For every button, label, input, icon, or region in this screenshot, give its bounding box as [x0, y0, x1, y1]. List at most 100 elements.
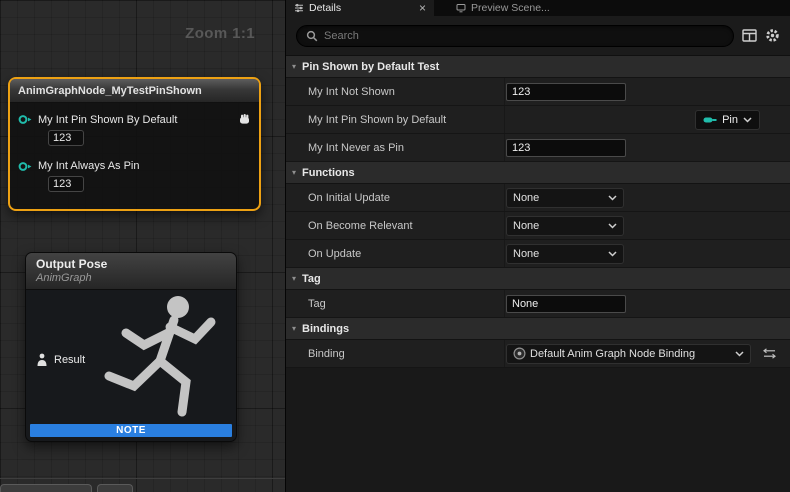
- int-pin-icon[interactable]: [18, 114, 33, 125]
- details-icon: [294, 3, 304, 13]
- on-initial-update-dropdown[interactable]: None: [506, 188, 624, 208]
- node-title: Output Pose: [36, 257, 226, 271]
- search-input[interactable]: [324, 30, 724, 42]
- node-title-bar[interactable]: AnimGraphNode_MyTestPinShown: [10, 79, 259, 103]
- node-title-bar[interactable]: Output Pose AnimGraph: [26, 253, 236, 290]
- tab-details[interactable]: Details ×: [286, 0, 434, 16]
- node-subtitle: AnimGraph: [36, 272, 226, 284]
- chevron-down-icon: [608, 223, 617, 229]
- property-label: My Int Pin Shown by Default: [286, 106, 505, 133]
- property-value: None: [505, 240, 790, 267]
- row-on-become-relevant: On Become Relevant None: [286, 212, 790, 240]
- row-my-int-pin-shown-by-default: My Int Pin Shown by Default Pin: [286, 106, 790, 134]
- row-my-int-never-as-pin: My Int Never as Pin: [286, 134, 790, 162]
- note-bar[interactable]: NOTE: [30, 424, 232, 437]
- property-value: Default Anim Graph Node Binding: [505, 340, 790, 367]
- property-label: On Become Relevant: [286, 212, 505, 239]
- bind-arrows-icon[interactable]: [763, 348, 776, 359]
- binding-icon: [513, 347, 526, 360]
- section-title: Functions: [302, 167, 355, 179]
- row-on-update: On Update None: [286, 240, 790, 268]
- section-functions[interactable]: ▾ Functions: [286, 162, 790, 184]
- search-field[interactable]: [296, 25, 734, 47]
- pin-always-as-pin-value-input[interactable]: [48, 176, 84, 192]
- property-list: ▾ Pin Shown by Default Test My Int Not S…: [286, 56, 790, 368]
- display-filter-icon[interactable]: [742, 29, 757, 42]
- property-value: [505, 134, 790, 161]
- details-empty-area: [286, 368, 790, 492]
- preview-scene-icon: [456, 3, 466, 13]
- pin-button-label: Pin: [722, 114, 738, 126]
- pin-row: My Int Pin Shown By Default: [10, 113, 259, 126]
- graph-divider-line: [0, 478, 285, 479]
- section-bindings[interactable]: ▾ Bindings: [286, 318, 790, 340]
- pin-row: My Int Always As Pin: [10, 160, 259, 172]
- property-value: [505, 290, 790, 317]
- zoom-level-label: Zoom 1:1: [185, 25, 255, 42]
- search-icon: [306, 30, 318, 42]
- pin-label: My Int Pin Shown By Default: [38, 114, 177, 126]
- property-value: Pin: [505, 106, 790, 133]
- property-label: My Int Never as Pin: [286, 134, 505, 161]
- animgraph-canvas[interactable]: Zoom 1:1 AnimGraphNode_MyTestPinShown My…: [0, 0, 285, 492]
- chevron-down-icon: [608, 195, 617, 201]
- pin-shown-by-default-value-input[interactable]: [48, 130, 84, 146]
- pin-dropdown-button[interactable]: Pin: [695, 110, 760, 130]
- binding-dropdown[interactable]: Default Anim Graph Node Binding: [506, 344, 751, 364]
- chevron-down-icon: [743, 117, 752, 123]
- dropdown-value: None: [513, 220, 604, 232]
- chevron-down-icon: ▾: [292, 168, 296, 177]
- property-label: Binding: [286, 340, 505, 367]
- dropdown-value: None: [513, 192, 604, 204]
- details-panel: Details × Preview Scene...: [285, 0, 790, 492]
- property-label: Tag: [286, 290, 505, 317]
- tab-label: Details: [309, 2, 341, 14]
- settings-gear-icon[interactable]: [765, 28, 780, 43]
- property-label: On Update: [286, 240, 505, 267]
- result-pin-label: Result: [54, 354, 85, 366]
- tab-label: Preview Scene...: [471, 2, 550, 14]
- tab-bar: Details × Preview Scene...: [286, 0, 790, 16]
- property-label: On Initial Update: [286, 184, 505, 211]
- section-pin-shown-by-default-test[interactable]: ▾ Pin Shown by Default Test: [286, 56, 790, 78]
- on-update-dropdown[interactable]: None: [506, 244, 624, 264]
- result-pin[interactable]: Result: [36, 353, 85, 367]
- mannequin-figure: [82, 289, 232, 437]
- row-my-int-not-shown: My Int Not Shown: [286, 78, 790, 106]
- section-title: Bindings: [302, 323, 349, 335]
- property-value: None: [505, 184, 790, 211]
- hand-icon: [238, 113, 251, 126]
- my-int-never-as-pin-input[interactable]: [506, 139, 626, 157]
- int-pin-icon[interactable]: [18, 161, 33, 172]
- on-become-relevant-dropdown[interactable]: None: [506, 216, 624, 236]
- node-title: AnimGraphNode_MyTestPinShown: [18, 85, 202, 97]
- property-value: [505, 78, 790, 105]
- pin-icon: [703, 116, 717, 124]
- row-tag: Tag: [286, 290, 790, 318]
- my-int-not-shown-input[interactable]: [506, 83, 626, 101]
- node-animgraphnode-mytestpinshown[interactable]: AnimGraphNode_MyTestPinShown My Int Pin …: [8, 77, 261, 211]
- chevron-down-icon: [735, 351, 744, 357]
- tab-preview-scene[interactable]: Preview Scene...: [448, 0, 558, 16]
- pin-label: My Int Always As Pin: [38, 160, 139, 172]
- section-tag[interactable]: ▾ Tag: [286, 268, 790, 290]
- node-output-pose[interactable]: Output Pose AnimGraph Result N: [25, 252, 237, 442]
- unreal-editor-window: Zoom 1:1 AnimGraphNode_MyTestPinShown My…: [0, 0, 790, 492]
- row-on-initial-update: On Initial Update None: [286, 184, 790, 212]
- dropdown-value: None: [513, 248, 604, 260]
- chevron-down-icon: [608, 251, 617, 257]
- binding-value: Default Anim Graph Node Binding: [530, 348, 731, 360]
- pose-pin-icon: [36, 353, 48, 367]
- close-icon[interactable]: ×: [419, 2, 426, 14]
- search-bar: [286, 16, 790, 56]
- chevron-down-icon: ▾: [292, 274, 296, 283]
- tag-input[interactable]: [506, 295, 626, 313]
- chevron-down-icon: ▾: [292, 324, 296, 333]
- row-binding: Binding Default Anim Graph Node Binding: [286, 340, 790, 368]
- section-title: Tag: [302, 273, 321, 285]
- chevron-down-icon: ▾: [292, 62, 296, 71]
- property-label: My Int Not Shown: [286, 78, 505, 105]
- section-title: Pin Shown by Default Test: [302, 61, 439, 73]
- offscreen-node[interactable]: [97, 484, 133, 492]
- offscreen-node[interactable]: [0, 484, 92, 492]
